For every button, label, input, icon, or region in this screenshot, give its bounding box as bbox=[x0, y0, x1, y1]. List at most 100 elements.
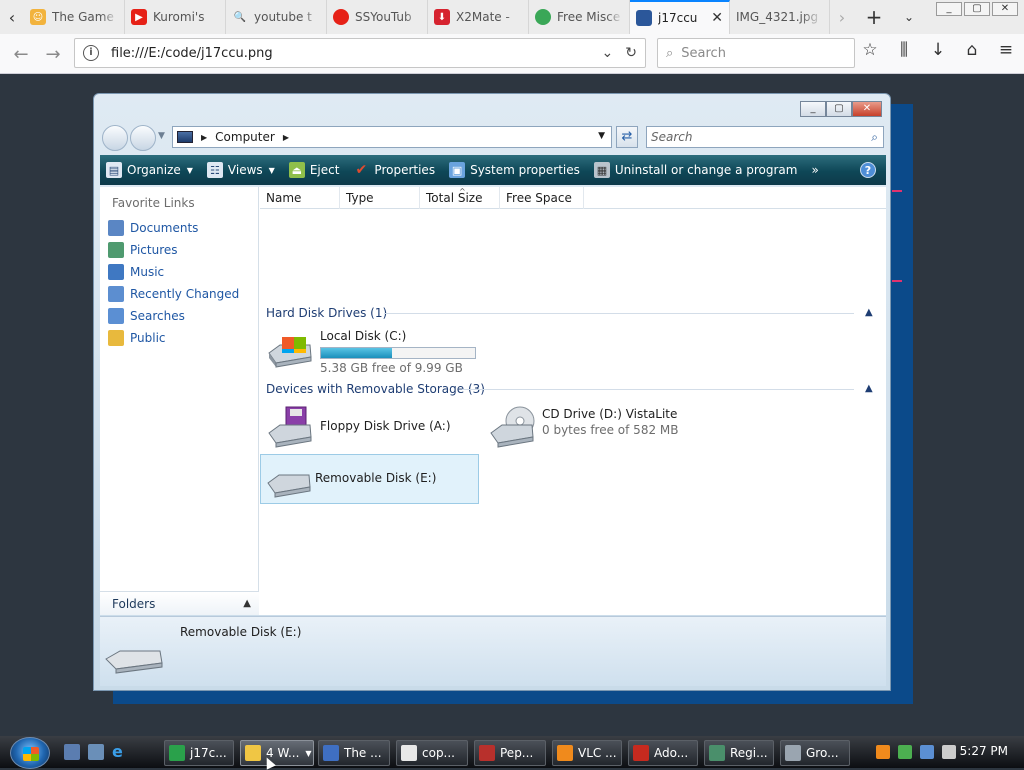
url-text[interactable]: file:///E:/code/j17ccu.png bbox=[111, 46, 590, 61]
column-type[interactable]: Type ^ bbox=[340, 187, 466, 209]
search-favicon-icon: 🔍 bbox=[233, 11, 247, 23]
close-icon[interactable]: ✕ bbox=[852, 101, 882, 117]
tab-title: IMG_4321.jpg bbox=[736, 10, 819, 24]
checkmark-icon: ✔ bbox=[355, 162, 368, 178]
group-hard-disk-drives[interactable]: Hard Disk Drives (1) bbox=[266, 305, 387, 321]
back-arrow-icon[interactable]: ← bbox=[6, 39, 36, 69]
taskbar-item-5[interactable]: Pep... bbox=[474, 740, 546, 766]
tab-1[interactable]: ☺ The Game bbox=[24, 0, 125, 34]
taskbar-item-4[interactable]: cop... bbox=[396, 740, 468, 766]
favorite-pictures[interactable]: Pictures bbox=[108, 241, 178, 259]
favorite-public[interactable]: Public bbox=[108, 329, 166, 347]
shield-tray-icon[interactable] bbox=[898, 745, 912, 759]
taskbar-item-9[interactable]: Gro... bbox=[780, 740, 850, 766]
details-pane: Removable Disk (E:) bbox=[100, 616, 886, 686]
uninstall-program-button[interactable]: ▦ Uninstall or change a program bbox=[593, 162, 797, 178]
taskbar-item-3[interactable]: The ... bbox=[318, 740, 390, 766]
tab-3[interactable]: 🔍 youtube t bbox=[226, 0, 327, 34]
clock[interactable]: 5:27 PM bbox=[960, 744, 1008, 758]
switch-windows-icon[interactable] bbox=[88, 744, 104, 760]
more-commands-button[interactable]: » bbox=[811, 163, 818, 177]
folders-toggle[interactable]: Folders ▲ bbox=[100, 591, 259, 615]
taskbar-item-7[interactable]: Ado... bbox=[628, 740, 698, 766]
help-icon[interactable]: ? bbox=[860, 162, 876, 178]
chevron-up-icon[interactable]: ▲ bbox=[865, 383, 873, 394]
tab-6[interactable]: Free Misce bbox=[529, 0, 630, 34]
taskbar-label: Ado... bbox=[654, 746, 689, 760]
taskbar-label: Gro... bbox=[806, 746, 839, 760]
tab-5[interactable]: ⬇ X2Mate - bbox=[428, 0, 529, 34]
forward-arrow-icon[interactable]: → bbox=[38, 39, 68, 69]
breadcrumb-computer[interactable]: Computer bbox=[215, 130, 275, 144]
home-icon[interactable]: ⌂ bbox=[962, 40, 982, 60]
favorite-searches[interactable]: Searches bbox=[108, 307, 185, 325]
taskbar-item-1[interactable]: j17c... bbox=[164, 740, 234, 766]
network-tray-icon[interactable] bbox=[920, 745, 934, 759]
search-icon[interactable]: ⌕ bbox=[871, 127, 878, 147]
browser-search-input[interactable]: ⌕ Search bbox=[657, 38, 855, 68]
info-icon[interactable]: i bbox=[83, 45, 99, 61]
taskbar-item-8[interactable]: Regi... bbox=[704, 740, 774, 766]
drive-cd-d[interactable]: CD Drive (D:) VistaLite 0 bytes free of … bbox=[488, 405, 708, 449]
column-free-space[interactable]: Free Space bbox=[500, 187, 584, 209]
pink-mark bbox=[892, 280, 902, 282]
back-button-icon[interactable] bbox=[102, 125, 128, 151]
volume-muted-icon[interactable] bbox=[942, 745, 956, 759]
breadcrumb-arrow-icon[interactable]: ▶ bbox=[283, 133, 289, 142]
maximize-icon[interactable]: ▢ bbox=[826, 101, 852, 117]
maximize-icon[interactable]: ▢ bbox=[964, 2, 990, 16]
breadcrumb[interactable]: ▶ Computer ▶ ▼ bbox=[172, 126, 612, 148]
reload-icon[interactable]: ↻ bbox=[625, 45, 637, 61]
menu-icon[interactable]: ≡ bbox=[996, 40, 1016, 60]
eject-button[interactable]: ⏏ Eject bbox=[288, 162, 339, 178]
taskbar-item-2[interactable]: 4 W... ▼ bbox=[240, 740, 314, 766]
organize-button[interactable]: ▤ Organize ▼ bbox=[106, 162, 193, 178]
show-desktop-icon[interactable] bbox=[64, 744, 80, 760]
tab-8[interactable]: IMG_4321.jpg bbox=[730, 0, 830, 34]
taskbar-item-6[interactable]: VLC ... bbox=[552, 740, 622, 766]
explorer-search-input[interactable]: Search ⌕ bbox=[646, 126, 884, 148]
tab-title: Free Misce bbox=[557, 10, 621, 24]
downloads-icon[interactable]: ↓ bbox=[928, 40, 948, 60]
close-icon[interactable]: ✕ bbox=[992, 2, 1018, 16]
address-dropdown-icon[interactable]: ▼ bbox=[598, 131, 605, 141]
folder-icon bbox=[108, 330, 124, 346]
favorite-recently-changed[interactable]: Recently Changed bbox=[108, 285, 239, 303]
minimize-icon[interactable]: _ bbox=[936, 2, 962, 16]
tab-4[interactable]: SSYouTub bbox=[327, 0, 428, 34]
tab-list-chevron-icon[interactable]: ⌄ bbox=[894, 0, 924, 34]
tab-2[interactable]: ▶ Kuromi's bbox=[125, 0, 226, 34]
drive-floppy-a[interactable]: Floppy Disk Drive (A:) bbox=[266, 405, 486, 449]
minimize-icon[interactable]: _ bbox=[800, 101, 826, 117]
column-total-size[interactable]: Total Size bbox=[420, 187, 500, 209]
favorite-music[interactable]: Music bbox=[108, 263, 164, 281]
start-button[interactable] bbox=[10, 737, 50, 769]
close-tab-icon[interactable]: ✕ bbox=[711, 10, 723, 26]
url-dropdown-icon[interactable]: ⌄ bbox=[602, 45, 614, 61]
drive-local-disk-c[interactable]: Local Disk (C:) 5.38 GB free of 9.99 GB bbox=[266, 327, 486, 375]
tab-scroll-right-icon[interactable]: › bbox=[830, 0, 854, 34]
library-icon[interactable]: ⫼ bbox=[894, 40, 914, 60]
tab-scroll-left-icon[interactable]: ‹ bbox=[0, 0, 24, 34]
bookmark-star-icon[interactable]: ☆ bbox=[860, 40, 880, 60]
new-tab-icon[interactable]: + bbox=[854, 0, 894, 34]
drive-removable-e[interactable]: Removable Disk (E:) bbox=[260, 454, 479, 504]
chevron-up-icon[interactable]: ▲ bbox=[243, 598, 251, 609]
breadcrumb-arrow-icon[interactable]: ▶ bbox=[201, 133, 207, 142]
recent-pages-chevron-icon[interactable]: ▼ bbox=[158, 131, 165, 141]
taskbar: e j17c... 4 W... ▼ The ... cop... Pep... … bbox=[0, 736, 1024, 769]
image-favicon-icon bbox=[636, 10, 652, 26]
favorite-documents[interactable]: Documents bbox=[108, 219, 198, 237]
group-removable-storage[interactable]: Devices with Removable Storage (3) bbox=[266, 381, 485, 397]
url-bar[interactable]: i file:///E:/code/j17ccu.png ⌄ ↻ bbox=[74, 38, 646, 68]
tab-7-active[interactable]: j17ccu ✕ bbox=[630, 0, 730, 34]
system-properties-button[interactable]: ▣ System properties bbox=[449, 162, 580, 178]
refresh-icon[interactable]: ⇄ bbox=[616, 126, 638, 148]
column-name[interactable]: Name bbox=[260, 187, 340, 209]
forward-button-icon[interactable] bbox=[130, 125, 156, 151]
properties-button[interactable]: ✔ Properties bbox=[353, 162, 436, 178]
chevron-up-icon[interactable]: ▲ bbox=[865, 307, 873, 318]
vlc-tray-icon[interactable] bbox=[876, 745, 890, 759]
views-button[interactable]: ☷ Views ▼ bbox=[206, 162, 275, 178]
internet-explorer-icon[interactable]: e bbox=[112, 744, 128, 760]
